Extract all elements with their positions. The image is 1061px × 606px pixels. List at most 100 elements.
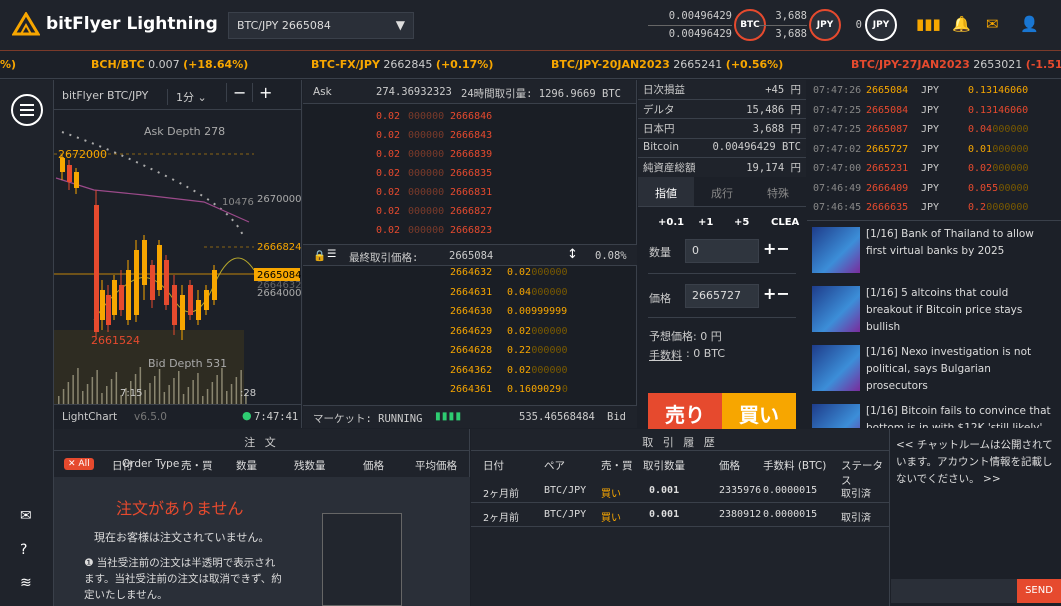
volume-bar <box>96 370 98 404</box>
ask-label: Ask <box>313 86 332 98</box>
volume-bar <box>197 373 199 404</box>
bid-row[interactable]: 2664632 0.02 000000 <box>303 264 637 283</box>
mail-icon[interactable]: ✉ <box>986 15 999 33</box>
tab-market[interactable]: 成行 <box>694 177 750 206</box>
fee-label[interactable]: 手数料 <box>649 347 682 363</box>
lock-icon[interactable]: 🔒 <box>313 249 326 262</box>
mail-icon[interactable]: ✉ <box>20 508 32 524</box>
filter-all-badge[interactable]: ✕ All <box>64 458 94 470</box>
ask-size: 0.02 <box>376 225 401 236</box>
history-cell: 買い <box>601 489 621 500</box>
chart-low-label: 2661524 <box>91 334 140 347</box>
list-icon[interactable]: ☰ <box>327 248 336 260</box>
history-cell: 0.001 <box>649 485 680 496</box>
buy-button[interactable]: 買い <box>722 393 796 433</box>
quick-add-1-button[interactable]: +1 <box>698 217 713 228</box>
account-label: デルタ <box>643 103 675 116</box>
news-item[interactable]: [1/16] 5 altcoins that could breakout if… <box>812 281 1059 339</box>
swap-icon[interactable]: ↕ <box>567 247 578 262</box>
bid-row[interactable]: 2664630 0.00999999 <box>303 303 637 322</box>
ask-size-tail: 000000 <box>408 149 445 160</box>
wifi-icon[interactable]: ≋ <box>20 575 32 591</box>
bid-row[interactable]: 2664362 0.02 000000 <box>303 362 637 381</box>
zoom-out-button[interactable]: − <box>226 83 246 102</box>
spread-value: 0.08% <box>595 250 627 262</box>
clear-button[interactable]: CLEA <box>771 217 799 228</box>
quick-add-5-button[interactable]: +5 <box>734 217 749 228</box>
bid-row[interactable]: 2664361 0.1609029 0 <box>303 381 637 400</box>
help-icon[interactable]: ? <box>20 542 27 558</box>
ask-row[interactable]: 0.02 000000 2666843 <box>303 127 637 146</box>
history-cell: 0.001 <box>649 509 680 520</box>
sell-button[interactable]: 売り <box>648 393 722 433</box>
market-status: マーケット: RUNNING <box>313 413 423 425</box>
ticker-item[interactable]: BTC/JPY-27JAN2023 2653021 (-1.51%) <box>851 58 1061 71</box>
price-input[interactable]: 2665727 <box>685 284 759 308</box>
pair-select[interactable]: BTC/JPY 2665084 ▼ <box>228 12 414 39</box>
news-item[interactable]: [1/16] Nexo investigation is not politic… <box>812 340 1059 398</box>
candlestick-chart[interactable]: 2672000 Ask Depth 278 10476 2670000 2666… <box>54 110 302 404</box>
bid-size: 0.04 <box>507 286 532 298</box>
trade-price: 2665727 <box>866 143 909 155</box>
trade-currency: JPY <box>921 85 940 96</box>
volume-bar <box>158 369 161 404</box>
news-item[interactable]: [1/16] Bank of Thailand to allow first v… <box>812 222 1059 280</box>
tab-special[interactable]: 特殊 <box>750 177 806 206</box>
jpy-balance: 3,688 3,688 <box>756 8 807 43</box>
ask-row[interactable]: 0.02 000000 2666827 <box>303 203 637 222</box>
volume-bar <box>226 391 228 404</box>
ask-row[interactable]: 0.02 000000 2666835 <box>303 165 637 184</box>
ticker-change: (+0.17%) <box>435 58 494 71</box>
ask-size: 0.02 <box>376 206 401 217</box>
ask-row[interactable]: 0.02 000000 2666846 <box>303 108 637 127</box>
account-label: Bitcoin <box>643 140 680 153</box>
volume-bar <box>72 375 74 404</box>
bar-chart-icon[interactable]: ▮▮▮ <box>916 15 941 33</box>
trade-currency: JPY <box>921 163 940 174</box>
account-row: Bitcoin 0.00496429 BTC <box>638 138 806 158</box>
ticker-item[interactable]: BTC-FX/JPY 2662845 (+0.17%) <box>311 58 493 71</box>
candle <box>67 165 72 182</box>
bid-row[interactable]: 2664628 0.22 000000 <box>303 342 637 361</box>
volume-bar <box>67 382 70 404</box>
bid-total: 535.46568484 <box>519 411 595 423</box>
bid-row[interactable]: 2664631 0.04 000000 <box>303 284 637 303</box>
history-col-header: 価格 <box>719 460 740 472</box>
qty-input[interactable]: 0 <box>685 239 759 263</box>
chat-notice: << チャットルームは公開されています。アカウント情報を記載しないでください。 … <box>896 439 1053 485</box>
ask-row[interactable]: 0.02 000000 2666831 <box>303 184 637 203</box>
trade-price: 2666409 <box>866 182 909 194</box>
ask-row[interactable]: 0.02 000000 2666823 <box>303 222 637 241</box>
price-plus-minus[interactable]: +− <box>763 284 790 303</box>
ask-row[interactable]: 0.02 000000 2666839 <box>303 146 637 165</box>
jpy-transfer-button[interactable]: JPY <box>865 9 897 41</box>
interval-select[interactable]: 1分 ⌄ <box>167 89 207 105</box>
ask-depth-label: Ask Depth 278 <box>144 125 225 138</box>
volume-24h: 24時間取引量: 1296.9669 BTC <box>461 88 621 100</box>
ticker-change: (+0.56%) <box>725 58 784 71</box>
news-item[interactable]: [1/16] Bitcoin fails to convince that bo… <box>812 399 1059 428</box>
volume-bar <box>77 368 79 404</box>
quick-add-01-button[interactable]: +0.1 <box>658 217 684 228</box>
qty-plus-minus[interactable]: +− <box>763 239 790 258</box>
bell-icon[interactable]: 🔔 <box>952 15 971 33</box>
candle <box>112 280 117 315</box>
history-title: 取 引 履 歴 <box>471 429 889 451</box>
zoom-in-button[interactable]: + <box>252 83 272 102</box>
user-icon[interactable]: 👤 <box>1020 15 1039 33</box>
ticker-item[interactable]: BTC/JPY-20JAN2023 2665241 (+0.56%) <box>551 58 783 71</box>
candle <box>196 300 201 320</box>
candle <box>74 172 79 188</box>
volume-bar <box>182 394 185 404</box>
ticker-item[interactable]: BCH/BTC 0.007 (+18.64%) <box>91 58 248 71</box>
chat-input[interactable] <box>891 579 1017 603</box>
logo[interactable]: bitFlyer Lightning <box>12 12 218 36</box>
trade-time: 07:47:25 <box>813 124 862 135</box>
btc-balance-1: 0.00496429 <box>668 10 732 22</box>
pending-note: ❶ 当社受注前の注文は半透明で表示されます。当社受注前の注文は取消できず、約定い… <box>84 555 284 603</box>
bid-row[interactable]: 2664629 0.02 000000 <box>303 323 637 342</box>
send-button[interactable]: SEND <box>1017 579 1061 603</box>
jpy-currency-button[interactable]: JPY <box>809 9 841 41</box>
menu-icon[interactable] <box>11 94 43 126</box>
tab-limit[interactable]: 指値 <box>638 177 694 206</box>
